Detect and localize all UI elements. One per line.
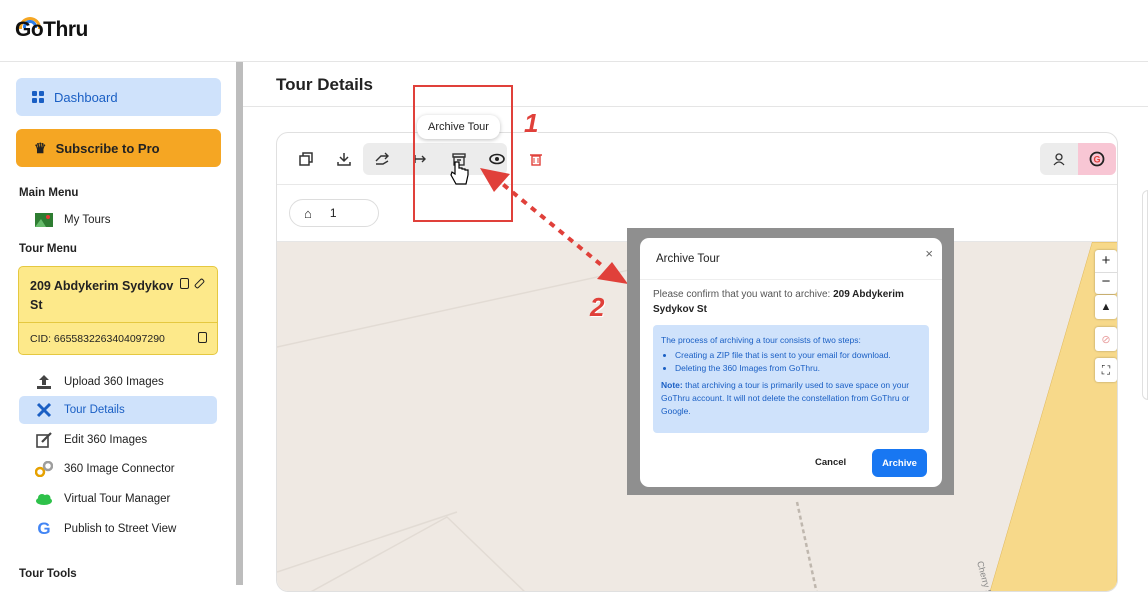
- user-icon[interactable]: [1040, 143, 1078, 175]
- tours-icon: [34, 211, 54, 229]
- subscribe-label: Subscribe to Pro: [55, 140, 160, 156]
- app-logo[interactable]: GoThru: [15, 18, 88, 42]
- tools-icon: [34, 401, 54, 419]
- gothru-view-icon[interactable]: G: [1078, 143, 1116, 175]
- info-step: Creating a ZIP file that is sent to your…: [675, 349, 921, 362]
- note-label: Note:: [661, 380, 683, 390]
- close-icon[interactable]: ×: [925, 246, 933, 261]
- cloud-icon: [34, 490, 54, 508]
- confirm-message: Please confirm that you want to archive:…: [653, 287, 933, 317]
- page-title: Tour Details: [276, 75, 373, 94]
- subscribe-pro-button[interactable]: ♛ Subscribe to Pro: [16, 129, 221, 167]
- zoom-control: + −: [1095, 250, 1117, 294]
- sidebar-item-connector[interactable]: 360 Image Connector: [19, 455, 217, 483]
- my-tours-label: My Tours: [64, 214, 111, 226]
- edit-name-icon[interactable]: [193, 277, 206, 290]
- duplicate-icon[interactable]: [287, 143, 325, 175]
- tour-card: 209 Abdykerim Sydykov St CID: 6655832263…: [18, 266, 218, 355]
- archive-modal: Archive Tour × Please confirm that you w…: [640, 238, 942, 487]
- step-2-label: 2: [590, 292, 605, 322]
- hand-cursor-icon: [450, 161, 469, 185]
- dashboard-icon: [32, 91, 44, 103]
- transfer-icon[interactable]: [363, 143, 401, 175]
- google-icon: G: [37, 519, 51, 538]
- sidebar-item-label: Virtual Tour Manager: [64, 493, 171, 505]
- breadcrumb-count: 1: [329, 206, 337, 220]
- fullscreen-icon[interactable]: ⛶: [1095, 358, 1117, 382]
- streetview-off-icon[interactable]: ⊘: [1095, 327, 1117, 351]
- sidebar-item-label: Tour Details: [64, 404, 125, 416]
- link-icon: [34, 460, 54, 478]
- sidebar-item-label: Upload 360 Images: [64, 376, 164, 388]
- sidebar-item-label: Edit 360 Images: [64, 434, 148, 446]
- confirm-text: Please confirm that you want to archive:: [653, 289, 831, 300]
- info-note: Note: that archiving a tour is primarily…: [661, 379, 921, 418]
- archive-info-box: The process of archiving a tour consists…: [653, 325, 929, 433]
- sidebar-item-publish[interactable]: G Publish to Street View: [19, 515, 217, 543]
- zoom-in-button[interactable]: +: [1102, 250, 1111, 272]
- copy-icon[interactable]: [180, 278, 189, 289]
- svg-text:G: G: [1094, 155, 1101, 165]
- modal-title: Archive Tour: [656, 253, 720, 265]
- top-bar: GoThru: [0, 0, 1148, 62]
- annotation-highlight-box: [413, 85, 513, 222]
- info-step: Deleting the 360 Images from GoThru.: [675, 362, 921, 375]
- sidebar-scrollbar[interactable]: [236, 62, 243, 585]
- breadcrumb[interactable]: ⌂ 1: [289, 199, 379, 227]
- sidebar-item-edit[interactable]: Edit 360 Images: [19, 426, 217, 454]
- sidebar-item-label: 360 Image Connector: [64, 463, 175, 475]
- step-1-label: 1: [524, 108, 539, 138]
- crown-icon: ♛: [34, 139, 47, 156]
- copy-cid-icon[interactable]: [198, 332, 207, 343]
- view-switch: G: [1040, 143, 1117, 175]
- download-icon[interactable]: [325, 143, 363, 175]
- side-card-edge: [1142, 190, 1148, 400]
- sidebar-item-label: Publish to Street View: [64, 523, 177, 535]
- info-intro: The process of archiving a tour consists…: [661, 335, 861, 345]
- note-text: that archiving a tour is primarily used …: [661, 380, 910, 416]
- edit-icon: [34, 431, 54, 449]
- archive-button[interactable]: Archive: [872, 449, 927, 477]
- delete-icon[interactable]: [517, 143, 555, 175]
- dashboard-label: Dashboard: [54, 89, 118, 105]
- zoom-out-button[interactable]: −: [1095, 272, 1117, 294]
- main-menu-heading: Main Menu: [19, 187, 79, 199]
- toolbar: G: [277, 133, 1117, 185]
- sidebar-item-upload[interactable]: Upload 360 Images: [19, 368, 217, 396]
- upload-icon: [34, 373, 54, 391]
- home-icon: ⌂: [304, 205, 312, 221]
- sidebar-item-my-tours[interactable]: My Tours: [19, 206, 217, 234]
- tour-menu-heading: Tour Menu: [19, 243, 77, 255]
- cancel-button[interactable]: Cancel: [815, 457, 846, 468]
- dashboard-button[interactable]: Dashboard: [16, 78, 221, 116]
- sidebar-item-vtm[interactable]: Virtual Tour Manager: [19, 485, 217, 513]
- tour-card-cid: CID: 6655832263404097290: [30, 333, 165, 345]
- sidebar-item-tour-details[interactable]: Tour Details: [19, 396, 217, 424]
- compass-icon[interactable]: ▲: [1095, 295, 1117, 319]
- tour-card-name: 209 Abdykerim Sydykov St: [30, 279, 174, 312]
- tour-tools-heading: Tour Tools: [19, 568, 77, 580]
